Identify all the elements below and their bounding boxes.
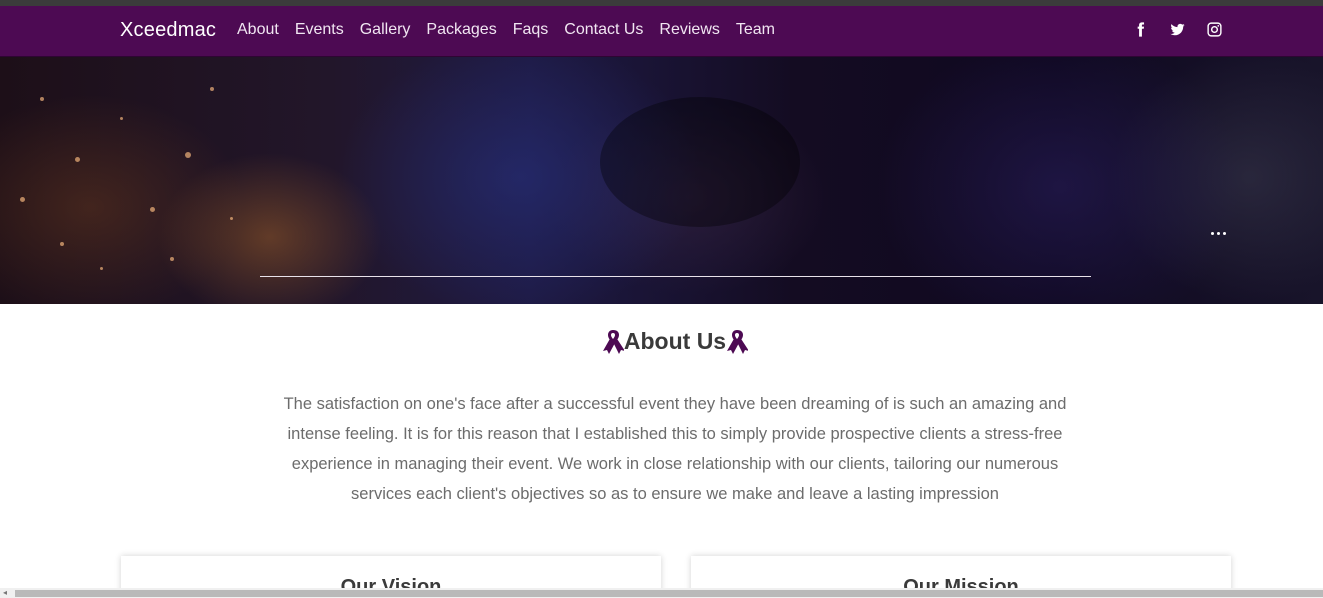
- nav-link-events[interactable]: Events: [287, 21, 352, 39]
- bokeh-light: [230, 217, 233, 220]
- nav-link-reviews[interactable]: Reviews: [651, 21, 727, 39]
- ribbon-icon: [602, 329, 624, 354]
- carousel-indicators[interactable]: [1211, 232, 1226, 235]
- carousel-dot[interactable]: [1217, 232, 1220, 235]
- bokeh-light: [60, 242, 64, 246]
- bokeh-light: [185, 152, 191, 158]
- about-description: The satisfaction on one's face after a s…: [283, 395, 1067, 503]
- scroll-left-icon[interactable]: ◂: [3, 589, 7, 597]
- nav-link-about[interactable]: About: [229, 21, 287, 39]
- about-heading: About Us: [0, 328, 1323, 355]
- hero-divider: [260, 276, 1091, 277]
- bokeh-light: [100, 267, 103, 270]
- brand-logo[interactable]: Xceedmac: [120, 19, 216, 42]
- carousel-dot[interactable]: [1211, 232, 1214, 235]
- nav-link-gallery[interactable]: Gallery: [352, 21, 419, 39]
- bokeh-light: [150, 207, 155, 212]
- carousel-dot[interactable]: [1223, 232, 1226, 235]
- social-links: [1132, 21, 1223, 38]
- horizontal-scrollbar[interactable]: ◂: [0, 588, 1323, 598]
- bokeh-light: [20, 197, 25, 202]
- hero-shadow: [600, 97, 800, 227]
- nav-links: About Events Gallery Packages Faqs Conta…: [229, 21, 783, 39]
- nav-link-packages[interactable]: Packages: [418, 21, 504, 39]
- nav-link-faqs[interactable]: Faqs: [505, 21, 557, 39]
- bokeh-light: [40, 97, 44, 101]
- hero-carousel: [0, 57, 1323, 304]
- nav-link-team[interactable]: Team: [728, 21, 783, 39]
- navbar: Xceedmac About Events Gallery Packages F…: [0, 6, 1323, 57]
- instagram-icon[interactable]: [1206, 21, 1223, 38]
- nav-link-contact-us[interactable]: Contact Us: [556, 21, 651, 39]
- about-title: About Us: [623, 328, 727, 354]
- bokeh-light: [75, 157, 80, 162]
- ribbon-icon: [727, 329, 749, 354]
- bokeh-light: [170, 257, 174, 261]
- twitter-icon[interactable]: [1169, 21, 1186, 38]
- bokeh-light: [210, 87, 214, 91]
- bokeh-light: [120, 117, 123, 120]
- facebook-icon[interactable]: [1132, 21, 1149, 38]
- scrollbar-thumb[interactable]: [15, 590, 1323, 597]
